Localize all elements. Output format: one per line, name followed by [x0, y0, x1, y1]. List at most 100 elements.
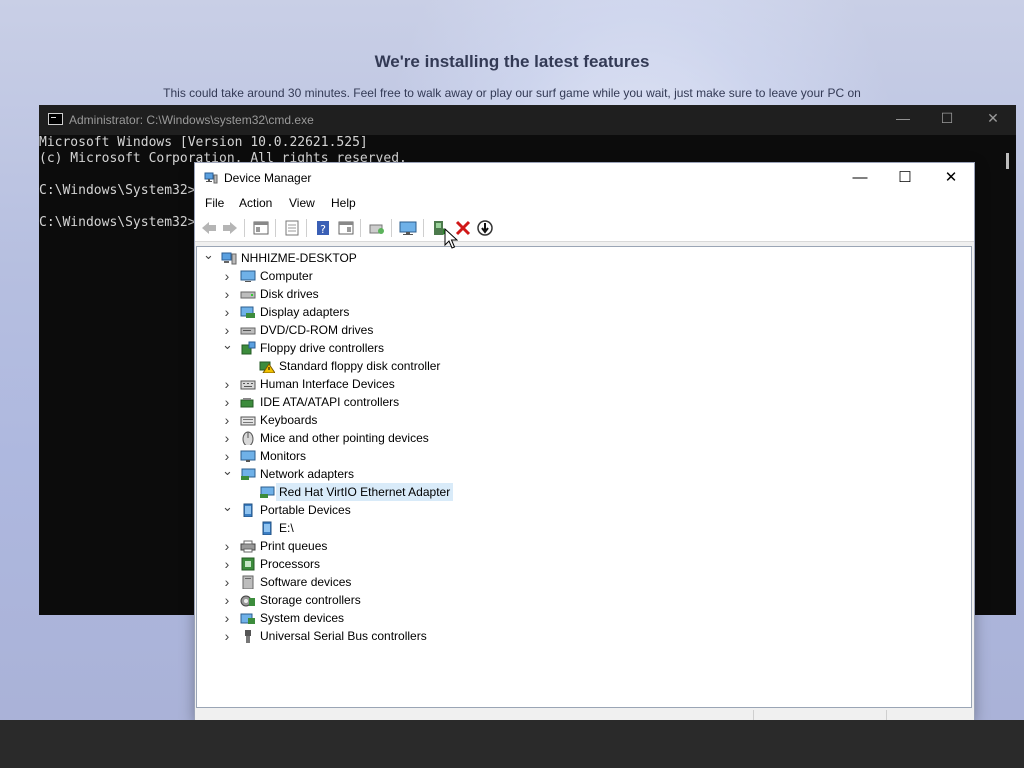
- setup-title: We're installing the latest features: [374, 52, 650, 71]
- floppy-controller-icon: [241, 341, 256, 355]
- tree-item-processors[interactable]: › Processors: [197, 555, 967, 573]
- dm-maximize-button[interactable]: ☐: [888, 167, 922, 189]
- tree-item-standard-floppy-disk-controller[interactable]: Standard floppy disk controller: [197, 357, 967, 375]
- tree-item-ide-ata-atapi-controllers[interactable]: › IDE ATA/ATAPI controllers: [197, 393, 967, 411]
- portable-device-icon: [243, 503, 253, 517]
- network-adapter-icon: [260, 486, 275, 498]
- tree-item-print-queues[interactable]: › Print queues: [197, 537, 967, 555]
- chevron-right-icon[interactable]: ›: [222, 609, 232, 627]
- chevron-down-icon[interactable]: ⌄: [222, 464, 233, 483]
- chevron-right-icon[interactable]: ›: [222, 285, 232, 303]
- scan-hardware-icon[interactable]: [368, 219, 386, 237]
- tree-item-label: Disk drives: [260, 287, 319, 301]
- cmd-minimize-button[interactable]: —: [891, 110, 915, 126]
- chevron-right-icon[interactable]: ›: [222, 627, 232, 645]
- monitor-icon: [240, 450, 256, 462]
- tree-item-human-interface-devices[interactable]: › Human Interface Devices: [197, 375, 967, 393]
- tree-item-nhhizme-desktop[interactable]: ⌄ NHHIZME-DESKTOP: [197, 248, 967, 267]
- tree-item-e[interactable]: E:\: [197, 519, 967, 537]
- chevron-right-icon[interactable]: ›: [222, 429, 232, 447]
- dm-close-button[interactable]: ✕: [934, 167, 968, 189]
- tree-item-label: Universal Serial Bus controllers: [260, 629, 427, 643]
- cmd-icon: [48, 113, 63, 125]
- ide-controller-icon: [240, 398, 254, 408]
- chevron-down-icon[interactable]: ⌄: [203, 248, 214, 267]
- mouse-cursor-icon: [444, 228, 458, 249]
- tree-item-software-devices[interactable]: › Software devices: [197, 573, 967, 591]
- dm-minimize-button[interactable]: —: [843, 167, 877, 189]
- chevron-right-icon[interactable]: ›: [222, 303, 232, 321]
- cmd-line: Microsoft Windows [Version 10.0.22621.52…: [39, 135, 368, 150]
- chevron-down-icon[interactable]: ⌄: [222, 500, 233, 519]
- forward-icon[interactable]: [221, 219, 239, 237]
- menu-help[interactable]: Help: [331, 196, 356, 210]
- software-device-icon: [242, 575, 254, 589]
- tree-item-floppy-drive-controllers[interactable]: ⌄ Floppy drive controllers: [197, 338, 967, 357]
- back-icon[interactable]: [200, 219, 218, 237]
- device-tree[interactable]: ⌄ NHHIZME-DESKTOP › Computer › Disk drives › Di…: [196, 246, 972, 708]
- tree-item-mice-and-other-pointing-devices[interactable]: › Mice and other pointing devices: [197, 429, 967, 447]
- chevron-right-icon[interactable]: ›: [222, 393, 232, 411]
- tree-item-dvd-cd-rom-drives[interactable]: › DVD/CD-ROM drives: [197, 321, 967, 339]
- menu-bar: File Action View Help: [195, 193, 974, 215]
- tree-item-storage-controllers[interactable]: › Storage controllers: [197, 591, 967, 609]
- tree-item-universal-serial-bus-controllers[interactable]: › Universal Serial Bus controllers: [197, 627, 967, 645]
- menu-view[interactable]: View: [289, 196, 315, 210]
- chevron-right-icon[interactable]: ›: [222, 375, 232, 393]
- toolbar-separator: [391, 219, 392, 237]
- tree-item-display-adapters[interactable]: › Display adapters: [197, 303, 967, 321]
- portable-device-icon: [262, 521, 272, 535]
- tree-item-label: Display adapters: [260, 305, 350, 319]
- tree-item-computer[interactable]: › Computer: [197, 267, 967, 285]
- menu-file[interactable]: File: [205, 196, 224, 210]
- properties-pane-icon[interactable]: [252, 219, 270, 237]
- chevron-right-icon[interactable]: ›: [222, 573, 232, 591]
- toolbar-separator: [275, 219, 276, 237]
- tree-item-label: Network adapters: [260, 467, 355, 481]
- chevron-right-icon[interactable]: ›: [222, 537, 232, 555]
- tree-item-label: E:\: [279, 521, 294, 535]
- storage-controller-icon: [240, 595, 255, 607]
- tree-item-disk-drives[interactable]: › Disk drives: [197, 285, 967, 303]
- cmd-scrollbar[interactable]: [1006, 153, 1009, 169]
- processor-icon: [241, 557, 255, 571]
- cmd-titlebar[interactable]: Administrator: C:\Windows\system32\cmd.e…: [39, 105, 1016, 135]
- tree-item-label: Human Interface Devices: [260, 377, 395, 391]
- tree-item-label: DVD/CD-ROM drives: [260, 323, 374, 337]
- tree-item-keyboards[interactable]: › Keyboards: [197, 411, 967, 429]
- chevron-down-icon[interactable]: ⌄: [222, 338, 233, 357]
- tree-item-red-hat-virtio-ethernet-adapter[interactable]: Red Hat VirtIO Ethernet Adapter: [197, 483, 967, 501]
- device-manager-window[interactable]: Device Manager — ☐ ✕ File Action View He…: [195, 163, 974, 720]
- tree-item-label: Keyboards: [260, 413, 318, 427]
- toolbar-separator: [306, 219, 307, 237]
- tree-item-portable-devices[interactable]: ⌄ Portable Devices: [197, 500, 967, 519]
- chevron-right-icon[interactable]: ›: [222, 267, 232, 285]
- tree-item-label: Computer: [260, 269, 313, 283]
- status-divider: [886, 710, 887, 720]
- chevron-right-icon[interactable]: ›: [222, 591, 232, 609]
- tree-item-label: Storage controllers: [260, 593, 361, 607]
- setup-subtitle: This could take around 30 minutes. Feel …: [163, 86, 861, 100]
- tree-item-network-adapters[interactable]: ⌄ Network adapters: [197, 464, 967, 483]
- disable-device-icon[interactable]: [476, 219, 494, 237]
- cmd-title: Administrator: C:\Windows\system32\cmd.e…: [69, 113, 314, 127]
- help-icon[interactable]: ?: [314, 219, 332, 237]
- status-bar: [195, 708, 974, 720]
- computer-root-icon: [221, 252, 237, 265]
- disk-drive-icon: [240, 291, 256, 299]
- chevron-right-icon[interactable]: ›: [222, 555, 232, 573]
- tree-item-system-devices[interactable]: › System devices: [197, 609, 967, 627]
- cmd-close-button[interactable]: ✕: [981, 110, 1005, 127]
- tree-item-monitors[interactable]: › Monitors: [197, 447, 967, 465]
- computer-icon: [240, 270, 256, 282]
- device-manager-titlebar[interactable]: Device Manager — ☐ ✕: [195, 163, 974, 193]
- chevron-right-icon[interactable]: ›: [222, 411, 232, 429]
- dvd-drive-icon: [240, 327, 256, 335]
- monitor-icon[interactable]: [399, 219, 417, 237]
- cmd-maximize-button[interactable]: ☐: [935, 110, 959, 127]
- action-pane-icon[interactable]: [337, 219, 355, 237]
- mouse-icon: [242, 431, 254, 445]
- menu-action[interactable]: Action: [239, 196, 272, 210]
- tree-item-label: System devices: [260, 611, 345, 625]
- show-hide-tree-icon[interactable]: [283, 219, 301, 237]
